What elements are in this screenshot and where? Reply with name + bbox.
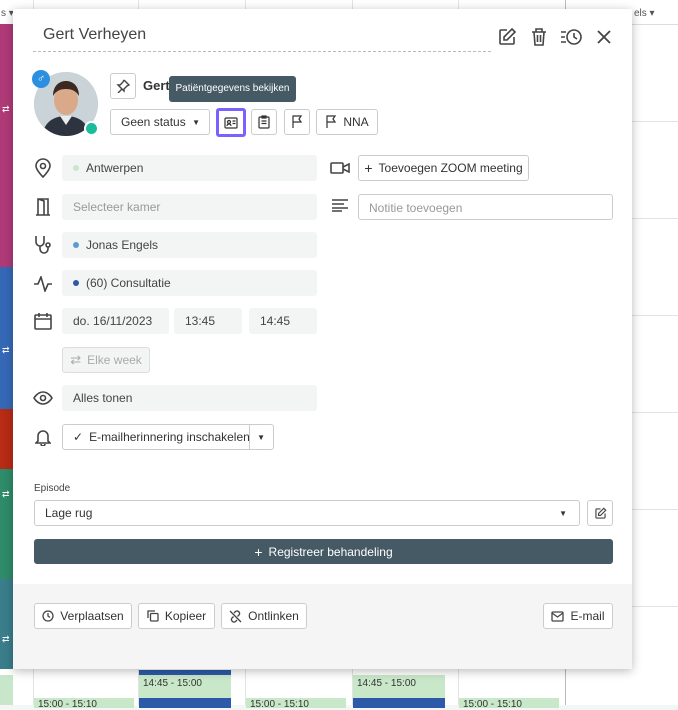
online-status-indicator — [84, 121, 99, 136]
calendar-event-strip[interactable] — [0, 409, 13, 469]
email-reminder-button[interactable]: ✓ E-mailherinnering inschakelen ▼ — [62, 424, 274, 450]
episode-label: Episode — [34, 483, 71, 494]
edit-icon — [594, 506, 607, 519]
caret-down-icon: ▼ — [192, 117, 200, 127]
plus-icon: + — [254, 543, 263, 560]
dialog-title: Gert Verheyen — [43, 26, 147, 43]
unlink-icon — [229, 609, 242, 623]
patient-card-icon — [224, 116, 238, 129]
clipboard-button[interactable] — [251, 109, 277, 135]
calendar-icon — [33, 311, 53, 331]
close-icon[interactable] — [593, 26, 615, 48]
tooltip: Patiëntgegevens bekijken — [169, 76, 296, 102]
clock-icon — [42, 610, 54, 622]
move-button[interactable]: Verplaatsen — [34, 603, 132, 629]
location-pin-icon — [33, 158, 53, 178]
calendar-header-right[interactable]: els ▾ — [634, 8, 655, 19]
patient-name[interactable]: Gert — [143, 78, 170, 93]
stethoscope-icon — [32, 235, 54, 255]
mail-icon — [551, 610, 565, 622]
status-dropdown[interactable]: Geen status ▼ — [110, 109, 210, 135]
notes-lines-icon — [330, 197, 350, 213]
door-icon — [33, 197, 53, 217]
episode-select[interactable]: Lage rug ▼ — [34, 500, 580, 526]
gender-male-icon: ♂ — [32, 70, 50, 88]
appointment-dialog: Gert Verheyen ♂ Gert Patiëntgegevens bek… — [13, 9, 632, 669]
edit-icon[interactable] — [496, 26, 518, 48]
copy-icon — [147, 610, 159, 622]
appointment-type-field[interactable]: (60) Consultatie — [62, 270, 317, 296]
calendar-event[interactable]: 15:00 - 15:10 — [34, 698, 134, 710]
repeat-button[interactable]: ⇄ Elke week — [62, 347, 150, 373]
date-field[interactable]: do. 16/11/2023 — [62, 308, 169, 334]
register-treatment-button[interactable]: + Registreer behandeling — [34, 539, 613, 564]
calendar-event-strip[interactable]: ⇄ — [0, 24, 13, 267]
clipboard-icon — [258, 115, 270, 129]
activity-icon — [32, 274, 54, 294]
calendar-event-strip[interactable]: ⇄ — [0, 267, 13, 409]
visibility-field[interactable]: Alles tonen — [62, 385, 317, 411]
repeat-icon: ⇄ — [70, 352, 82, 367]
caret-down-icon[interactable]: ▼ — [257, 433, 265, 442]
flag-icon — [326, 115, 337, 128]
appointment-type-color-dot — [73, 279, 79, 286]
history-icon[interactable] — [559, 26, 583, 48]
status-label: Geen status — [121, 115, 186, 129]
edit-episode-button[interactable] — [587, 500, 613, 526]
copy-button[interactable]: Kopieer — [138, 603, 215, 629]
calendar-event[interactable]: 15:00 - 15:10 — [246, 698, 346, 710]
pin-icon — [116, 79, 130, 93]
plus-icon: + — [364, 160, 373, 176]
bell-icon — [33, 427, 53, 447]
calendar-event[interactable]: 14:45 - 15:00 — [139, 675, 231, 699]
calendar-event-strip[interactable]: ⇄ — [0, 579, 13, 669]
practitioner-field[interactable]: Jonas Engels — [62, 232, 317, 258]
caret-down-icon: ▼ — [559, 508, 567, 518]
video-camera-icon — [329, 159, 351, 177]
calendar-event-strip[interactable]: ⇄ — [0, 469, 13, 579]
unlink-button[interactable]: Ontlinken — [221, 603, 307, 629]
start-time-field[interactable]: 13:45 — [174, 308, 242, 334]
location-field[interactable]: Antwerpen — [62, 155, 317, 181]
end-time-field[interactable]: 14:45 — [249, 308, 317, 334]
calendar-header-left[interactable]: s ▾ — [1, 8, 14, 19]
flag-icon — [292, 115, 303, 128]
flag-button[interactable] — [284, 109, 310, 135]
email-button[interactable]: E-mail — [543, 603, 613, 629]
calendar-event[interactable]: 15:00 - 15:10 — [459, 698, 559, 710]
trash-icon[interactable] — [528, 26, 550, 48]
practitioner-color-dot — [73, 241, 79, 248]
add-zoom-meeting-button[interactable]: + Toevoegen ZOOM meeting — [358, 155, 529, 181]
check-icon: ✓ — [73, 430, 84, 444]
location-color-dot — [73, 164, 79, 171]
pin-button[interactable] — [110, 73, 136, 99]
patient-details-button[interactable] — [216, 108, 246, 137]
nna-button[interactable]: NNA — [316, 109, 378, 135]
eye-icon — [32, 389, 54, 407]
note-textarea[interactable]: Notitie toevoegen — [358, 194, 613, 220]
calendar-event[interactable]: 14:45 - 15:00 — [353, 675, 445, 699]
room-select[interactable]: Selecteer kamer — [62, 194, 317, 220]
dialog-footer: Verplaatsen Kopieer Ontlinken E-mail — [13, 584, 632, 669]
